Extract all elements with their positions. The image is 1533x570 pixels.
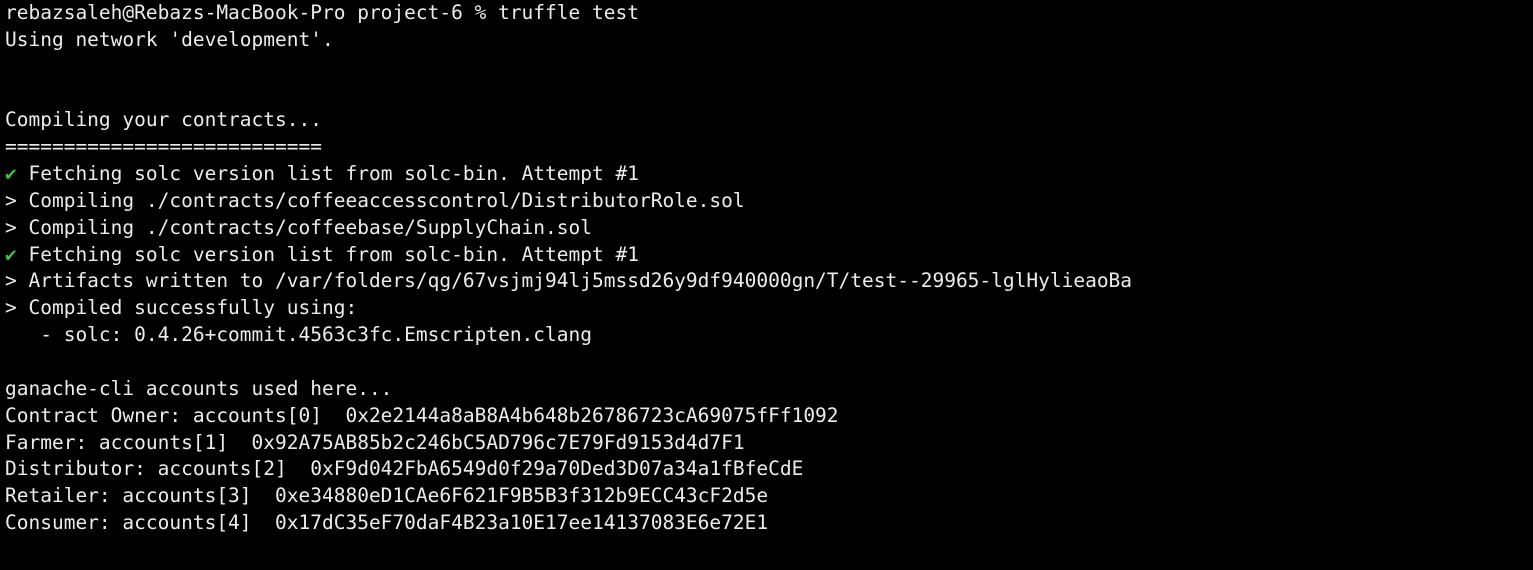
fetch-line: ✔ Fetching solc version list from solc-b…: [5, 161, 1533, 188]
account-retailer-line: Retailer: accounts[3] 0xe34880eD1CAe6F62…: [5, 484, 769, 508]
network-line: Using network 'development'.: [5, 27, 334, 51]
separator-line: ===========================: [5, 135, 322, 159]
account-distributor-line: Distributor: accounts[2] 0xF9d042FbA6549…: [5, 457, 804, 481]
fetch-text: Fetching solc version list from solc-bin…: [16, 242, 639, 266]
accounts-header-line: ganache-cli accounts used here...: [5, 376, 393, 400]
checkmark-icon: ✔: [5, 242, 17, 266]
compiled-line: > Compiled successfully using:: [5, 296, 358, 320]
compile-line: > Compiling ./contracts/coffeeaccesscont…: [5, 188, 745, 212]
fetch-text: Fetching solc version list from solc-bin…: [16, 162, 639, 186]
compile-line: > Compiling ./contracts/coffeebase/Suppl…: [5, 215, 592, 239]
command-prompt-line: rebazsaleh@Rebazs-MacBook-Pro project-6 …: [5, 1, 639, 24]
terminal-window[interactable]: rebazsaleh@Rebazs-MacBook-Pro project-6 …: [0, 0, 1533, 570]
solc-version-line: - solc: 0.4.26+commit.4563c3fc.Emscripte…: [5, 323, 592, 347]
account-owner-line: Contract Owner: accounts[0] 0x2e2144a8aB…: [5, 403, 839, 427]
compiling-line: Compiling your contracts...: [5, 108, 322, 132]
artifacts-line: > Artifacts written to /var/folders/qg/6…: [5, 269, 1133, 293]
fetch-line: ✔ Fetching solc version list from solc-b…: [5, 242, 1533, 269]
account-farmer-line: Farmer: accounts[1] 0x92A75AB85b2c246bC5…: [5, 430, 745, 454]
checkmark-icon: ✔: [5, 162, 17, 186]
account-consumer-line: Consumer: accounts[4] 0x17dC35eF70daF4B2…: [5, 511, 769, 535]
